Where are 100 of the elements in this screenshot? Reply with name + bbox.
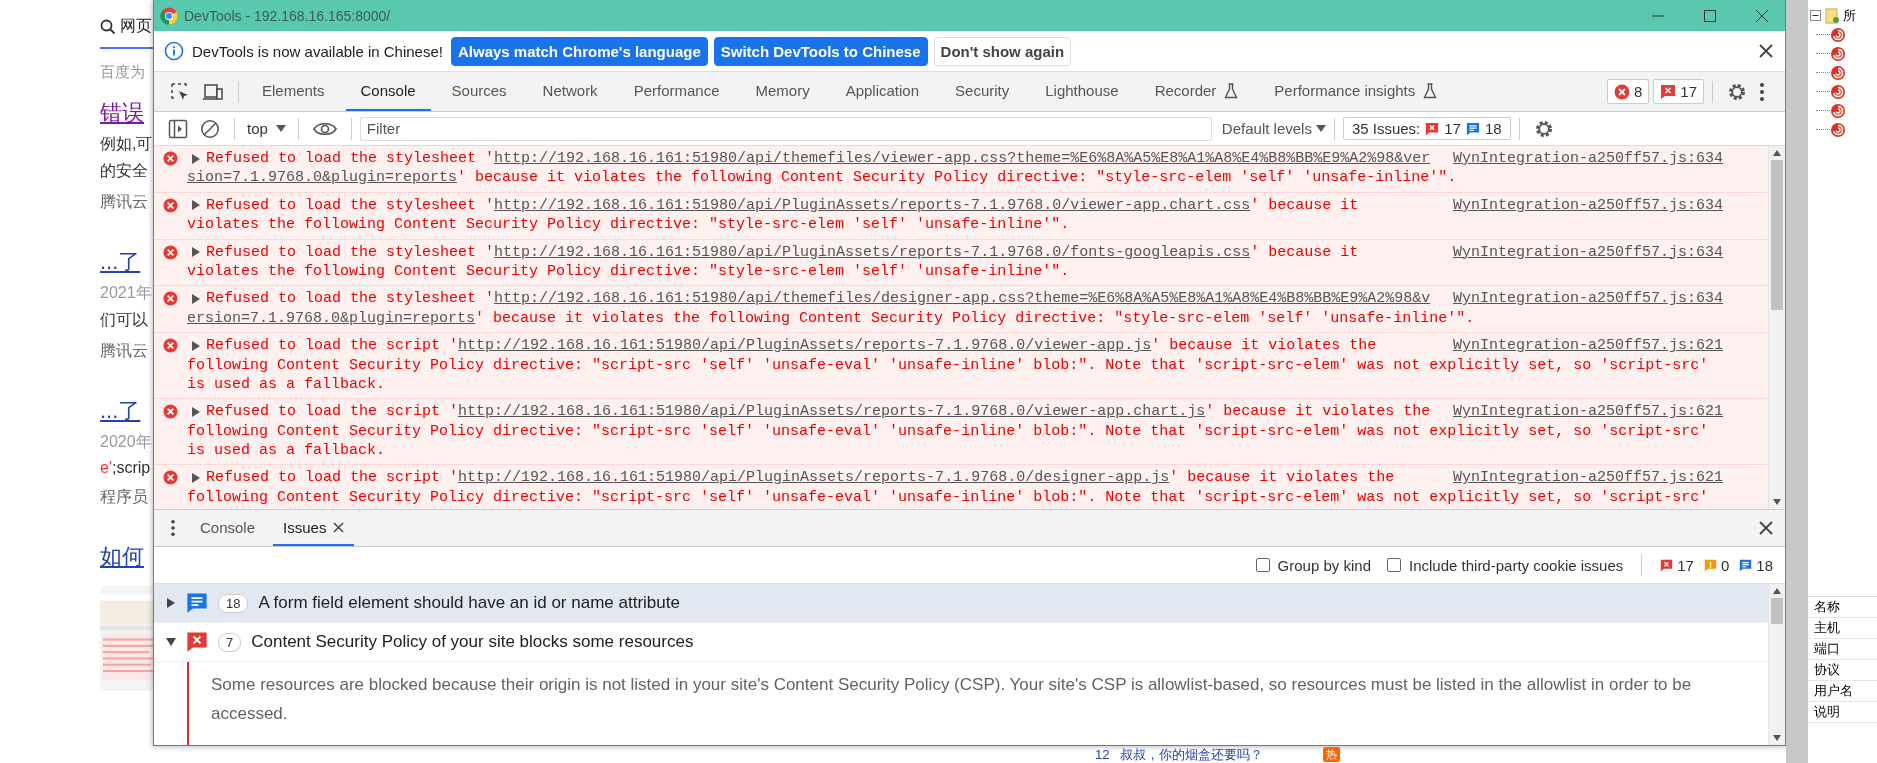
more-options-icon[interactable]: [170, 519, 176, 537]
expand-triangle-icon[interactable]: [192, 407, 200, 417]
error-count: 17: [1660, 556, 1694, 574]
settings-icon[interactable]: [1533, 118, 1554, 139]
scroll-thumb[interactable]: [1771, 598, 1783, 624]
filter-field[interactable]: Filter: [359, 116, 1212, 141]
close-icon[interactable]: [1759, 521, 1773, 535]
resource-link[interactable]: http://192.168.16.161:51980/api/PluginAssets/reports-7.1.9768.0/fonts-googleapis.css: [494, 242, 1251, 262]
drawer-tab[interactable]: Console: [190, 510, 266, 546]
swirl-icon[interactable]: [1830, 102, 1846, 119]
panel-tab[interactable]: Memory: [740, 72, 825, 111]
resource-link[interactable]: ersion=7.1.9768.0&plugin=reports: [187, 308, 476, 329]
swirl-icon[interactable]: [1830, 121, 1846, 138]
panel-tab[interactable]: Performance insights: [1259, 72, 1453, 111]
result-title-link[interactable]: ...了: [100, 247, 141, 277]
drawer-tab[interactable]: Issues: [273, 510, 355, 546]
device-toolbar-icon[interactable]: [202, 81, 224, 102]
error-icon: [186, 631, 208, 653]
panel-tab[interactable]: Security: [940, 72, 1025, 111]
source-link[interactable]: WynIntegration-a250ff57.js:621: [1453, 402, 1724, 422]
swirl-icon[interactable]: [1830, 26, 1846, 43]
collapse-icon[interactable]: [1810, 10, 1821, 21]
expand-triangle-icon[interactable]: [166, 598, 176, 608]
result-title-link[interactable]: ...了: [100, 396, 141, 426]
inspect-icon[interactable]: [170, 81, 190, 102]
swirl-icon[interactable]: [1830, 83, 1846, 100]
panel-tab[interactable]: Elements: [247, 72, 340, 111]
source-link[interactable]: WynIntegration-a250ff57.js:634: [1453, 195, 1724, 216]
eye-icon[interactable]: [312, 120, 337, 137]
sidebar-toggle-icon[interactable]: [168, 118, 188, 139]
error-message-text: Refused to load the script ': [206, 468, 459, 488]
scrollbar[interactable]: [1768, 584, 1785, 745]
issues-button[interactable]: 35 Issues: 17 18: [1342, 117, 1511, 140]
search-tab[interactable]: 网页: [120, 16, 152, 37]
resource-link[interactable]: http://192.168.16.161:51980/api/PluginAssets/reports-7.1.9768.0/viewer-app.js: [458, 336, 1152, 356]
infobar-button[interactable]: Don't show again: [933, 36, 1072, 66]
source-link[interactable]: WynIntegration-a250ff57.js:634: [1453, 242, 1724, 262]
folder-icon: [1824, 7, 1840, 24]
result-title-link[interactable]: 错误: [100, 98, 144, 128]
result-snippet: e';scrip: [100, 459, 151, 477]
error-message-text: violates the following Content Security Policy directive: "style-src-elem 'self' 'unsafe-inline'".: [187, 261, 1070, 282]
resource-link[interactable]: http://192.168.16.161:51980/api/themefiles/designer-app.css?theme=%E6%8A%A5%E8%A1%A8%E4%B8%BB%E9%A2%98&v: [494, 289, 1431, 309]
checkbox-label[interactable]: Group by kind: [1277, 556, 1371, 574]
result-title-link[interactable]: 如何: [100, 542, 144, 572]
issue-counter[interactable]: 17: [1653, 79, 1704, 104]
context-dropdown[interactable]: top: [243, 120, 290, 137]
panel-tab[interactable]: Network: [527, 72, 613, 111]
info-message: DevTools is now available in Chinese!: [192, 42, 443, 60]
infobar-button[interactable]: Always match Chrome's language: [450, 36, 708, 66]
error-icon: [163, 338, 178, 354]
issue-row[interactable]: 7 Content Security Policy of your site blocks some resources: [154, 623, 1768, 662]
panel-tab[interactable]: Console: [345, 72, 431, 111]
expand-triangle-icon[interactable]: [192, 340, 200, 351]
scroll-thumb[interactable]: [1771, 160, 1783, 310]
swirl-icon[interactable]: [1830, 64, 1846, 81]
resource-link[interactable]: sion=7.1.9768.0&plugin=reports: [187, 168, 458, 188]
collapse-triangle-icon[interactable]: [166, 638, 176, 646]
checkbox-label[interactable]: Include third-party cookie issues: [1409, 556, 1624, 574]
scroll-down-icon[interactable]: [1773, 499, 1781, 505]
panel-tab[interactable]: Recorder: [1139, 72, 1254, 111]
scroll-down-icon[interactable]: [1773, 735, 1781, 741]
resource-link[interactable]: http://192.168.16.161:51980/api/themefiles/viewer-app.css?theme=%E6%8A%A5%E8%A1%A8%E4%B8%BB%E9%A2%98&ver: [494, 149, 1431, 169]
source-link[interactable]: WynIntegration-a250ff57.js:621: [1453, 336, 1724, 356]
infobar-button[interactable]: Switch DevTools to Chinese: [713, 36, 928, 66]
source-link[interactable]: WynIntegration-a250ff57.js:634: [1453, 149, 1724, 169]
warning-count: 0: [1703, 556, 1730, 574]
warning-icon: [1703, 558, 1717, 572]
close-icon[interactable]: [333, 521, 345, 533]
checkbox[interactable]: [1255, 558, 1270, 572]
log-levels-dropdown[interactable]: Default levels: [1221, 120, 1326, 137]
expand-triangle-icon[interactable]: [192, 294, 200, 305]
resource-link[interactable]: http://192.168.16.161:51980/api/PluginAssets/reports-7.1.9768.0/designer-app.js: [458, 468, 1170, 488]
error-counter[interactable]: 8: [1606, 79, 1650, 104]
more-options-icon[interactable]: [1759, 81, 1765, 102]
scroll-up-icon[interactable]: [1773, 150, 1781, 156]
scrollbar[interactable]: [1768, 146, 1785, 509]
tree-item[interactable]: 所: [1843, 6, 1856, 25]
source-link[interactable]: WynIntegration-a250ff57.js:634: [1453, 289, 1724, 309]
search-icon: [100, 18, 116, 35]
checkbox[interactable]: [1387, 558, 1401, 572]
issue-row[interactable]: 18 A form field element should have an id or name attribute: [154, 584, 1768, 623]
error-message-text: Refused to load the stylesheet ': [206, 289, 495, 309]
expand-triangle-icon[interactable]: [192, 473, 200, 484]
news-item[interactable]: 12 叔叔，你的烟盒还要吗？: [1095, 746, 1264, 763]
swirl-icon[interactable]: [1830, 45, 1846, 62]
settings-icon[interactable]: [1727, 81, 1747, 102]
source-link[interactable]: WynIntegration-a250ff57.js:621: [1453, 468, 1724, 488]
panel-tab[interactable]: Performance: [618, 72, 735, 111]
resource-link[interactable]: http://192.168.16.161:51980/api/PluginAssets/reports-7.1.9768.0/viewer-app.chart.js: [458, 402, 1206, 422]
scroll-up-icon[interactable]: [1773, 588, 1781, 594]
resource-link[interactable]: http://192.168.16.161:51980/api/PluginAssets/reports-7.1.9768.0/viewer-app.chart.css: [494, 195, 1251, 216]
clear-console-icon[interactable]: [200, 118, 220, 139]
expand-triangle-icon[interactable]: [192, 247, 200, 258]
expand-triangle-icon[interactable]: [192, 153, 200, 164]
panel-tab[interactable]: Lighthouse: [1030, 72, 1134, 111]
panel-tab[interactable]: Sources: [436, 72, 522, 111]
close-icon[interactable]: [1759, 44, 1773, 58]
panel-tab[interactable]: Application: [830, 72, 935, 111]
expand-triangle-icon[interactable]: [192, 200, 200, 211]
result-source: 腾讯云: [100, 192, 148, 212]
